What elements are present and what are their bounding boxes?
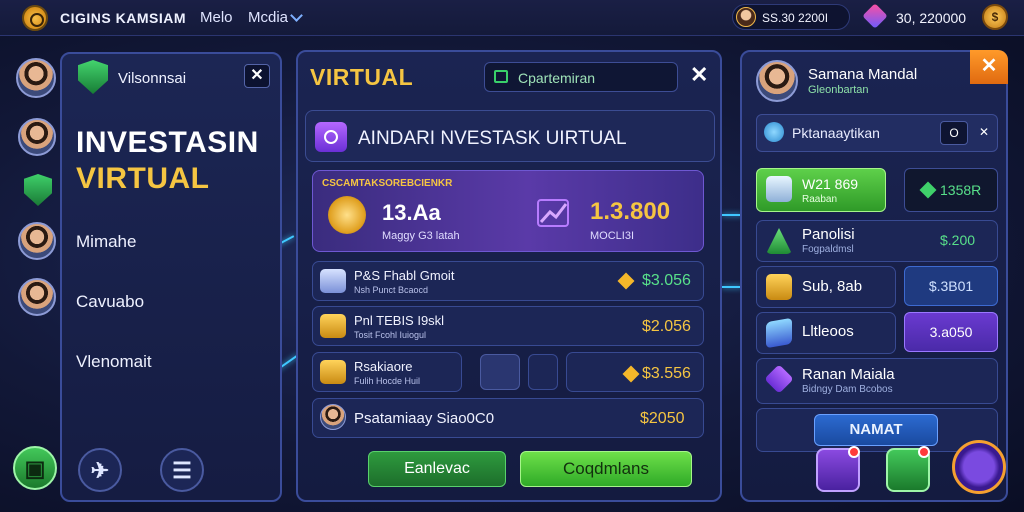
row-sub: Nsh Punct Bcaocd [354,285,429,295]
primary-button[interactable]: Coqdmlans [520,451,692,487]
row-value: $2050 [640,410,685,427]
promo-label: CSCAMTAKSOREBCIENKR [322,178,453,189]
connector-line [722,286,742,288]
menu-icon[interactable]: ☰ [160,448,204,492]
search-clear-button[interactable]: ✕ [970,121,998,145]
gold-coin-button[interactable]: $ [982,4,1008,30]
shield-icon[interactable] [24,174,52,206]
card-icon [320,269,346,293]
profile-name: Samana Mandal [808,66,918,83]
promo-sub-2: MOCLI3I [590,230,635,242]
rail-avatar-1[interactable] [16,58,56,98]
row-title: P&S Fhabl Gmoit [354,268,455,283]
app-title: CIGINS KAMSIAM [60,10,186,26]
asset-title: Lltleoos [802,323,854,340]
profile-avatar[interactable] [756,60,798,102]
portfolio-icon[interactable]: ▣ [13,446,57,490]
gold-bars-icon [320,314,346,338]
row-title: Rsakiaore [354,359,413,374]
nav-link-media[interactable]: Mcdia [248,9,288,26]
asset-value: 3.a050 [904,312,998,352]
left-panel-close-button[interactable]: ✕ [244,64,270,88]
search-text: Pktanaaytikan [792,125,880,141]
nav-link-melo[interactable]: Melo [200,9,233,26]
category-tag-label: Cpartemiran [518,70,596,86]
row-value: $3.556 [642,365,691,382]
asset-sub: Fogpaldmsl [802,244,854,255]
gold-box-icon [766,274,792,300]
asset-title: Panolisi [802,226,855,243]
gold-bars-icon [320,360,346,384]
menu-item-cavuabo[interactable]: Cavuabo [76,292,144,312]
promo-value-2: 1.3.800 [590,198,671,225]
chart-icon [494,70,508,83]
left-panel-title: Vilsonnsai [118,70,187,87]
row-value: $2.056 [642,318,691,335]
secondary-button[interactable]: Eanlevac [368,451,506,487]
rocket-icon[interactable]: ✈ [78,448,122,492]
menu-item-mimahe[interactable]: Mimahe [76,232,136,252]
search-option-button[interactable]: O [940,121,968,145]
headline-line2: VIRTUAL [76,162,210,195]
rail-avatar-2[interactable] [18,118,56,156]
user-avatar [320,404,346,430]
row-value: $3.056 [642,272,691,289]
subtitle-text: AINDARI NVESTASK UIRTUAL [358,128,627,149]
action-button[interactable]: NAMAT [814,414,938,446]
notification-badge [918,446,930,458]
right-panel-close-button[interactable]: ✕ [970,50,1008,84]
row-sub: Tosit Fcohl Iuiogul [354,330,427,340]
featured-title: W21 869 [802,176,859,192]
power-icon[interactable] [952,440,1006,494]
menu-item-vlenomait[interactable]: Vlenomait [76,352,152,372]
promo-value-1: 13.Aa [382,200,441,225]
promo-sub-1: Maggy G3 latah [382,230,460,242]
headline-line1: INVESTASIN [76,126,259,159]
row-title: Pnl TEBIS I9skl [354,313,445,328]
row-title: Psatamiaay Siao0C0 [354,410,495,427]
notification-badge [848,446,860,458]
asset-value: $.3B01 [904,266,998,306]
asset-value: $.200 [940,232,976,248]
featured-value: 1358R [940,182,982,198]
globe-icon [764,122,784,142]
asset-title: Ranan Maiala [802,366,895,383]
rail-avatar-4[interactable] [18,278,56,316]
center-panel-title: VIRTUAL [310,64,414,90]
asset-sub: Bidngy Dam Bcobos [802,384,893,395]
sync-icon [315,122,347,152]
coin-tile-icon[interactable] [528,354,558,390]
featured-sub: Raaban [802,194,838,205]
profile-avatar-icon[interactable] [736,7,756,27]
connector-line [722,214,742,216]
profile-sub: Gleonbartan [808,84,869,96]
card-stack-icon [766,317,792,349]
row-sub: Fulih Hocde Huil [354,376,421,386]
gold-coin-icon [328,196,366,234]
gems-value: 30, 220000 [896,10,967,26]
coins-value: SS.30 2200I [762,11,829,25]
center-panel-close-button[interactable]: ✕ [690,62,708,88]
left-panel [60,52,282,502]
rail-avatar-3[interactable] [18,222,56,260]
gold-tile-icon[interactable] [480,354,520,390]
trend-icon [537,199,569,227]
cash-stack-icon [766,176,792,202]
app-logo-icon[interactable] [22,5,48,31]
asset-title: Sub, 8ab [802,278,863,295]
